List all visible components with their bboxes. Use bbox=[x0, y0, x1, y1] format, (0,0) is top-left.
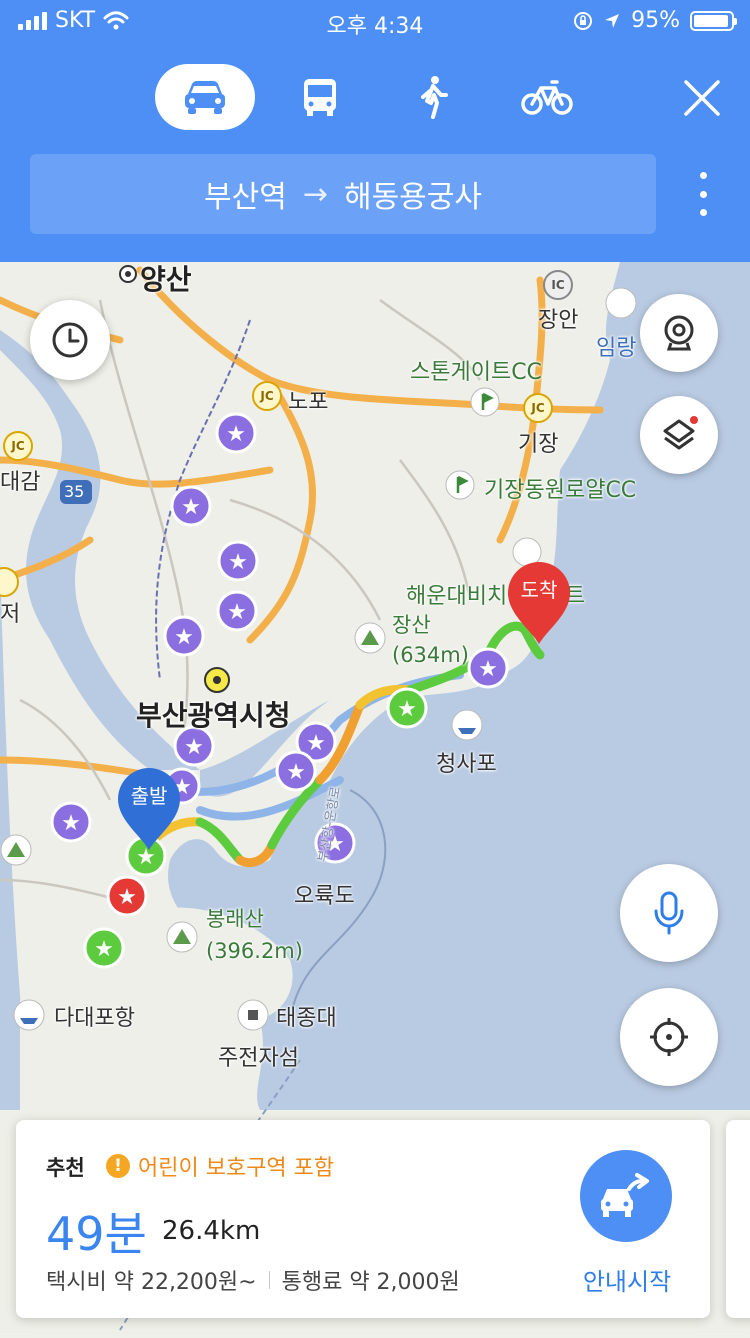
close-button[interactable] bbox=[682, 78, 722, 118]
toll-fee: 통행료 약 2,000원 bbox=[281, 1270, 460, 1295]
route-summary[interactable]: 부산역 → 해동용궁사 bbox=[30, 154, 656, 234]
history-button[interactable] bbox=[30, 300, 110, 380]
layers-button[interactable] bbox=[640, 396, 718, 474]
divider bbox=[268, 1271, 270, 1289]
svg-text:★: ★ bbox=[306, 731, 326, 756]
svg-text:★: ★ bbox=[174, 625, 194, 650]
next-route-card[interactable] bbox=[726, 1120, 750, 1318]
bus-icon bbox=[304, 79, 336, 116]
svg-text:JC: JC bbox=[259, 389, 273, 403]
tab-bus[interactable] bbox=[270, 64, 370, 130]
map-label-oryukdo: 오륙도 bbox=[294, 884, 355, 909]
route-result-card[interactable]: 추천 ! 어린이 보호구역 포함 49분 26.4km 택시비 약 22,200… bbox=[16, 1120, 710, 1318]
more-dot bbox=[699, 190, 707, 198]
svg-text:JC: JC bbox=[530, 401, 544, 415]
map-label-dadaepo: 다대포항 bbox=[54, 1006, 135, 1031]
tab-car[interactable] bbox=[155, 64, 255, 130]
destination-label: 해동용궁사 bbox=[343, 180, 482, 215]
warning-text: 어린이 보호구역 포함 bbox=[138, 1156, 335, 1181]
map-label-jangsan-height: (634m) bbox=[392, 643, 469, 667]
taxi-fare: 택시비 약 22,200원~ bbox=[46, 1270, 257, 1295]
start-navigation-button[interactable] bbox=[580, 1150, 672, 1242]
arrow-icon: → bbox=[302, 176, 328, 212]
warning-icon: ! bbox=[106, 1154, 130, 1178]
navigation-car-icon bbox=[601, 1173, 649, 1217]
svg-text:★: ★ bbox=[61, 811, 81, 836]
map-label-taejongdae: 태종대 bbox=[276, 1006, 337, 1031]
svg-text:★: ★ bbox=[181, 495, 201, 520]
more-dot bbox=[699, 172, 707, 179]
route-header: SKT 오후 4:34 95% 부산역 → 해동용궁사 bbox=[0, 0, 750, 262]
crosshair-icon bbox=[650, 1018, 688, 1056]
map-label-imnang: 임랑 bbox=[596, 336, 637, 361]
location-arrow-icon bbox=[605, 13, 620, 28]
map-label-gijang-royal: 기장동원로얄CC bbox=[484, 478, 637, 503]
svg-text:★: ★ bbox=[397, 697, 417, 722]
distance: 26.4km bbox=[162, 1216, 261, 1246]
svg-text:★: ★ bbox=[117, 885, 137, 910]
map-label-jangsan: 장산 bbox=[392, 613, 431, 637]
svg-text:JC: JC bbox=[10, 439, 24, 453]
svg-text:★: ★ bbox=[184, 735, 204, 760]
battery-icon bbox=[690, 10, 737, 31]
map-label-cheongsapo: 청사포 bbox=[436, 752, 497, 777]
tab-bike[interactable] bbox=[497, 64, 597, 130]
map-label-nopo: 노포 bbox=[288, 390, 329, 415]
status-bar: SKT 오후 4:34 95% bbox=[0, 0, 750, 44]
map-label-gijang: 기장 bbox=[518, 432, 559, 457]
camera-icon bbox=[664, 315, 694, 351]
route-35-label: 35 bbox=[64, 482, 85, 501]
battery-percent: 95% bbox=[631, 8, 680, 33]
voice-button[interactable] bbox=[620, 864, 718, 962]
map-label-bongnaesan: 봉래산 bbox=[206, 907, 264, 931]
duration: 49분 bbox=[46, 1207, 147, 1261]
more-dot bbox=[699, 209, 707, 216]
svg-text:★: ★ bbox=[227, 600, 247, 625]
svg-text:★: ★ bbox=[478, 657, 498, 682]
svg-text:★: ★ bbox=[286, 760, 306, 785]
end-marker-label: 도착 bbox=[520, 578, 558, 602]
bike-icon bbox=[521, 80, 573, 115]
origin-label: 부산역 bbox=[204, 180, 287, 215]
layers-badge-dot bbox=[690, 416, 698, 424]
map-label-city-hall: 부산광역시청 bbox=[136, 699, 291, 732]
fare-info: 택시비 약 22,200원~ 통행료 약 2,000원 bbox=[46, 1264, 460, 1296]
map-label-yangsan: 양산 bbox=[140, 263, 192, 296]
walk-icon bbox=[421, 76, 448, 119]
map-label-daegam: 대감 bbox=[0, 470, 41, 495]
clock-icon bbox=[52, 322, 88, 358]
svg-text:IC: IC bbox=[551, 278, 564, 292]
map-label-jeo: 저 bbox=[0, 602, 21, 627]
transport-mode-tabs bbox=[0, 64, 750, 130]
start-navigation-label[interactable]: 안내시작 bbox=[564, 1262, 690, 1297]
map-label-jujeon: 주전자섬 bbox=[218, 1046, 299, 1071]
svg-text:★: ★ bbox=[94, 937, 114, 962]
more-options-button[interactable] bbox=[688, 172, 718, 216]
svg-text:★: ★ bbox=[228, 550, 248, 575]
close-icon bbox=[684, 80, 720, 116]
rotation-lock-icon bbox=[574, 11, 593, 30]
warning-notice: ! 어린이 보호구역 포함 bbox=[106, 1150, 334, 1182]
tab-walk[interactable] bbox=[383, 64, 483, 130]
start-marker[interactable]: 출발 bbox=[116, 766, 182, 852]
car-icon bbox=[185, 81, 225, 114]
cctv-button[interactable] bbox=[640, 294, 718, 372]
microphone-icon bbox=[654, 891, 684, 935]
start-marker-label: 출발 bbox=[130, 784, 168, 808]
svg-text:★: ★ bbox=[226, 422, 246, 447]
map-label-bongnaesan-height: (396.2m) bbox=[206, 939, 303, 963]
recommend-label: 추천 bbox=[46, 1156, 85, 1180]
current-location-button[interactable] bbox=[620, 988, 718, 1086]
map-label-jangan: 장안 bbox=[538, 308, 579, 333]
end-marker[interactable]: 도착 bbox=[506, 560, 572, 646]
map-label-stonegate: 스톤게이트CC bbox=[410, 360, 542, 385]
